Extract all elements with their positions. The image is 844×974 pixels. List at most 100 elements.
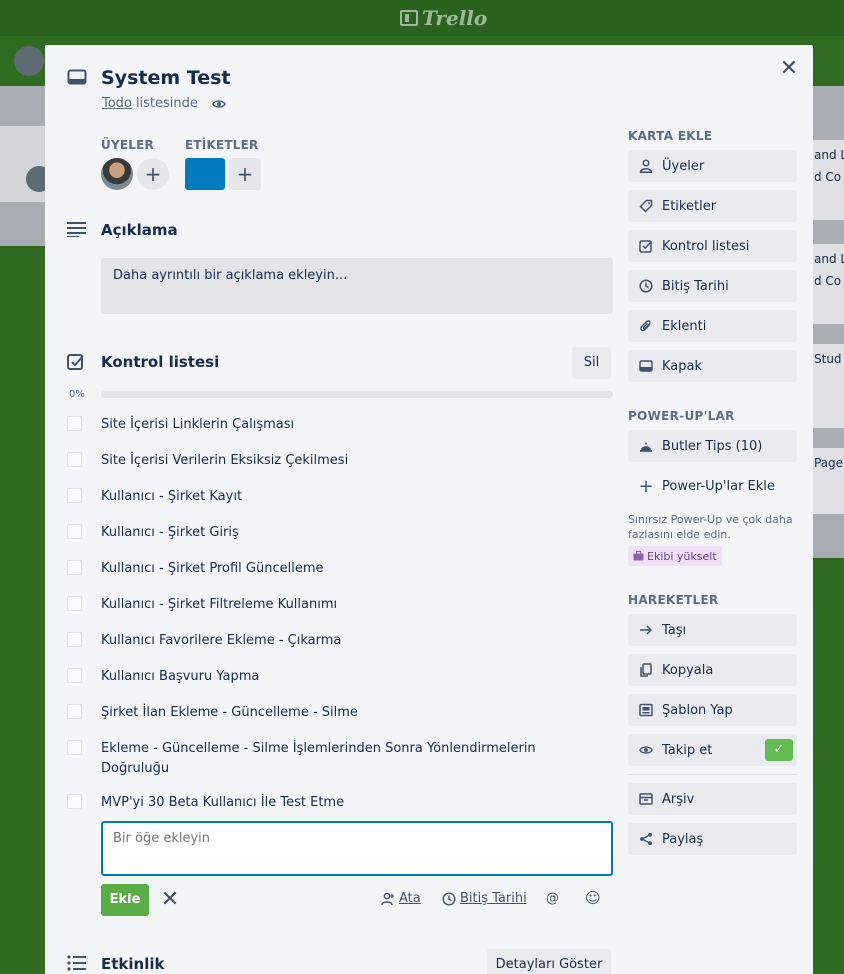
sidebar-button-due-date[interactable]: Bitiş Tarihi	[628, 270, 797, 302]
checkbox[interactable]	[67, 704, 82, 719]
butler-tips-button[interactable]: Butler Tips (10)	[628, 430, 797, 462]
add-item-input[interactable]	[101, 821, 613, 876]
checklist-item-text[interactable]: Kullanıcı Başvuru Yapma	[101, 667, 259, 687]
background-card[interactable]: and L d Co	[812, 244, 844, 324]
checklist-item-text[interactable]: Kullanıcı - Şirket Profil Güncelleme	[101, 559, 324, 579]
labels-label: ETİKETLER	[185, 138, 259, 152]
checklist-item[interactable]: Site İçerisi Verilerin Eksiksiz Çekilmes…	[67, 445, 615, 481]
close-icon[interactable]: ✕	[159, 885, 181, 915]
follow-button[interactable]: Takip et ✓	[628, 734, 797, 766]
assign-label: Ata	[399, 891, 421, 906]
checklist-item-text[interactable]: Site İçerisi Verilerin Eksiksiz Çekilmes…	[101, 451, 348, 471]
butler-icon	[638, 438, 654, 454]
checklist-item-text[interactable]: Site İçerisi Linklerin Çalışması	[101, 415, 294, 435]
checklist-item[interactable]: Site İçerisi Linklerin Çalışması	[67, 409, 615, 445]
checklist-item-text[interactable]: Şirket İlan Ekleme - Güncelleme - Silme	[101, 703, 358, 723]
sidebar-button-label: Üyeler	[662, 158, 705, 174]
checklist-item-text[interactable]: Kullanıcı - Şirket Giriş	[101, 523, 239, 543]
sidebar-button-members[interactable]: Üyeler	[628, 150, 797, 182]
add-powerups-button[interactable]: + Power-Up'lar Ekle	[628, 470, 797, 502]
checklist-item[interactable]: Kullanıcı Favorilere Ekleme - Çıkarma	[67, 625, 615, 661]
sidebar-button-attachment[interactable]: Eklenti	[628, 310, 797, 342]
checklist-item[interactable]: Kullanıcı - Şirket Profil Güncelleme	[67, 553, 615, 589]
checkbox[interactable]	[67, 668, 82, 683]
copy-button[interactable]: Kopyala	[628, 654, 797, 686]
eye-icon	[211, 99, 226, 108]
checklist-progress-bar	[101, 391, 613, 398]
avatar[interactable]	[101, 158, 133, 190]
archive-button[interactable]: Arşiv	[628, 783, 797, 815]
top-bar: Trello	[0, 0, 844, 36]
butler-tips-label: Butler Tips (10)	[662, 438, 763, 454]
show-details-button[interactable]: Detayları Göster	[487, 949, 611, 974]
move-button[interactable]: Taşı	[628, 614, 797, 646]
sidebar-button-labels[interactable]: Etiketler	[628, 190, 797, 222]
sidebar-button-label: Şablon Yap	[662, 702, 733, 718]
card-detail-modal: ✕ System Test Todo listesinde ÜYELER + E…	[45, 45, 813, 974]
add-to-card-heading: KARTA EKLE	[628, 129, 713, 143]
checkbox[interactable]	[67, 560, 82, 575]
due-date-button[interactable]: Bitiş Tarihi	[442, 891, 527, 906]
checkbox[interactable]	[67, 794, 82, 809]
card-title[interactable]: System Test	[101, 67, 230, 89]
checklist-item[interactable]: Kullanıcı Başvuru Yapma	[67, 661, 615, 697]
list-link[interactable]: Todo	[102, 96, 132, 111]
upgrade-team-button[interactable]: Ekibi yükselt	[628, 546, 722, 566]
checkbox[interactable]	[67, 740, 82, 755]
sidebar-button-label: Kopyala	[662, 662, 714, 678]
assign-button[interactable]: Ata	[381, 891, 421, 906]
checklist-title[interactable]: Kontrol listesi	[101, 353, 219, 371]
checkbox[interactable]	[67, 416, 82, 431]
checklist-item-text[interactable]: MVP'yi 30 Beta Kullanıcı İle Test Etme	[101, 793, 344, 813]
actions-heading: HAREKETLER	[628, 593, 719, 607]
archive-icon	[638, 791, 654, 807]
sidebar-button-checklist[interactable]: Kontrol listesi	[628, 230, 797, 262]
mention-icon[interactable]: @	[546, 891, 559, 906]
checklist-item-text[interactable]: Kullanıcı - Şirket Filtreleme Kullanımı	[101, 595, 337, 615]
checklist-item[interactable]: Ekleme - Güncelleme - Silme İşlemlerinde…	[67, 733, 615, 787]
background-card[interactable]: Stud	[812, 344, 844, 428]
checklist-item[interactable]: Kullanıcı - Şirket Kayıt	[67, 481, 615, 517]
sidebar-button-cover[interactable]: Kapak	[628, 350, 797, 382]
sidebar-button-label: Etiketler	[662, 198, 717, 214]
plus-icon: +	[638, 475, 654, 497]
label-chip[interactable]	[185, 158, 225, 190]
eye-icon	[638, 742, 654, 758]
members-label: ÜYELER	[101, 138, 154, 152]
trello-logo-icon	[400, 10, 418, 26]
background-card[interactable]: and Lo d Co	[812, 140, 844, 220]
add-member-button[interactable]: +	[137, 158, 169, 190]
background-card[interactable]: Page	[812, 448, 844, 514]
add-powerups-label: Power-Up'lar Ekle	[662, 478, 775, 494]
emoji-icon[interactable]: ☺	[585, 889, 601, 907]
checklist-item[interactable]: Kullanıcı - Şirket Giriş	[67, 517, 615, 553]
checklist-item-text[interactable]: Ekleme - Güncelleme - Silme İşlemlerinde…	[101, 739, 541, 779]
avatar[interactable]	[14, 46, 44, 76]
description-title: Açıklama	[101, 221, 178, 239]
checkmark-icon[interactable]: ✓	[765, 739, 793, 761]
checkbox[interactable]	[67, 524, 82, 539]
trello-logo[interactable]: Trello	[400, 6, 487, 30]
checkbox[interactable]	[67, 452, 82, 467]
checklist-item[interactable]: MVP'yi 30 Beta Kullanıcı İle Test Etme	[67, 787, 615, 823]
checklist-item[interactable]: Kullanıcı - Şirket Filtreleme Kullanımı	[67, 589, 615, 625]
sidebar-button-label: Taşı	[662, 622, 687, 638]
make-template-button[interactable]: Şablon Yap	[628, 694, 797, 726]
checkbox[interactable]	[67, 596, 82, 611]
checklist-item[interactable]: Şirket İlan Ekleme - Güncelleme - Silme	[67, 697, 615, 733]
add-label-button[interactable]: +	[229, 158, 261, 190]
checkbox[interactable]	[67, 632, 82, 647]
cover-icon	[638, 358, 654, 374]
checklist-item-text[interactable]: Kullanıcı - Şirket Kayıt	[101, 487, 242, 507]
checklist-item-text[interactable]: Kullanıcı Favorilere Ekleme - Çıkarma	[101, 631, 341, 651]
share-button[interactable]: Paylaş	[628, 823, 797, 855]
delete-checklist-button[interactable]: Sil	[572, 347, 611, 379]
close-icon[interactable]: ✕	[777, 57, 801, 81]
checkbox[interactable]	[67, 488, 82, 503]
description-input[interactable]: Daha ayrıntılı bir açıklama ekleyin...	[101, 258, 613, 314]
activity-title: Etkinlik	[101, 955, 165, 973]
copy-icon	[638, 662, 654, 678]
add-item-button[interactable]: Ekle	[101, 884, 149, 916]
card-icon	[67, 69, 87, 85]
powerups-note: Sınırsız Power-Up ve çok daha fazlasını …	[628, 513, 793, 541]
